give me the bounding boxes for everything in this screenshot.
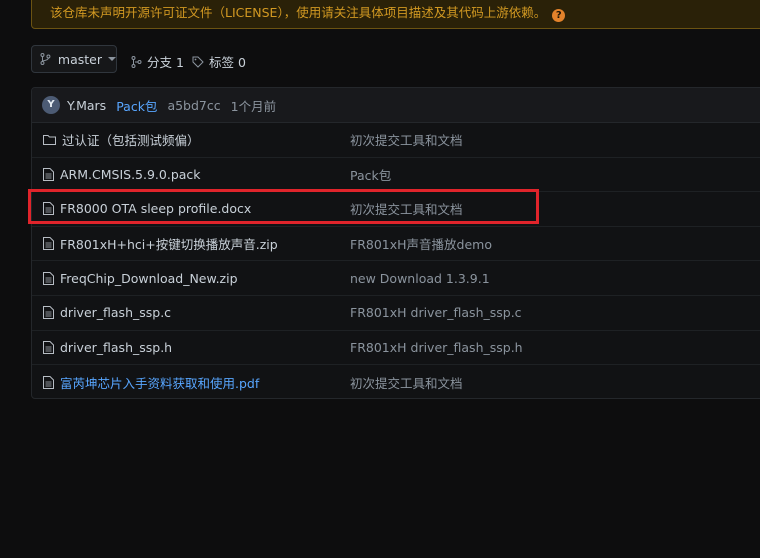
file-icon [43, 271, 54, 285]
chevron-down-icon [108, 57, 116, 61]
avatar[interactable]: Y [42, 96, 60, 114]
tag-icon [192, 56, 204, 68]
license-warning-banner: 该仓库未声明开源许可证文件（LICENSE），使用请关注具体项目描述及其代码上游… [31, 0, 760, 29]
file-commit-message[interactable]: FR801xH driver_flash_ssp.h [350, 331, 523, 365]
file-icon [43, 167, 54, 181]
folder-icon [43, 134, 56, 145]
tags-label: 标签 0 [209, 55, 246, 70]
file-name-cell: driver_flash_ssp.h [43, 331, 172, 365]
file-name-cell: FR8000 OTA sleep profile.docx [43, 192, 251, 226]
help-icon[interactable]: ? [552, 9, 566, 22]
repo-page: 该仓库未声明开源许可证文件（LICENSE），使用请关注具体项目描述及其代码上游… [0, 0, 760, 558]
file-name[interactable]: 过认证（包括测试频偏） [62, 130, 200, 149]
file-commit-message[interactable]: new Download 1.3.9.1 [350, 261, 490, 295]
file-icon [43, 237, 54, 251]
branch-count-icon [131, 55, 142, 68]
file-commit-message[interactable]: 初次提交工具和文档 [350, 365, 463, 398]
file-row[interactable]: 富芮坤芯片入手资料获取和使用.pdf 初次提交工具和文档 [32, 365, 760, 398]
file-icon [43, 340, 54, 354]
file-name[interactable]: FR801xH+hci+按键切换播放声音.zip [60, 234, 278, 253]
file-list-table: Y Y.Mars Pack包 a5bd7cc 1个月前 过认证（包括测试频偏） … [31, 87, 760, 399]
file-name-cell: driver_flash_ssp.c [43, 296, 171, 330]
file-row[interactable]: driver_flash_ssp.c FR801xH driver_flash_… [32, 296, 760, 331]
branch-name: master [57, 51, 102, 67]
file-name[interactable]: driver_flash_ssp.c [60, 305, 171, 320]
file-name-cell: FR801xH+hci+按键切换播放声音.zip [43, 227, 278, 261]
file-row-folder[interactable]: 过认证（包括测试频偏） 初次提交工具和文档 [32, 123, 760, 158]
file-commit-message[interactable]: 初次提交工具和文档 [350, 192, 463, 226]
file-name-cell: 过认证（包括测试频偏） [43, 123, 200, 157]
tags-link[interactable]: 标签 0 [192, 52, 246, 71]
file-row[interactable]: FreqChip_Download_New.zip new Download 1… [32, 261, 760, 296]
file-row[interactable]: driver_flash_ssp.h FR801xH driver_flash_… [32, 331, 760, 366]
file-commit-message[interactable]: FR801xH声音播放demo [350, 227, 492, 261]
file-name[interactable]: ARM.CMSIS.5.9.0.pack [60, 167, 201, 182]
branches-label: 分支 1 [147, 55, 184, 70]
file-row[interactable]: FR801xH+hci+按键切换播放声音.zip FR801xH声音播放demo [32, 227, 760, 262]
branches-link[interactable]: 分支 1 [131, 52, 184, 71]
commit-hash[interactable]: a5bd7cc [167, 98, 220, 113]
file-icon [43, 202, 54, 216]
license-warning-text: 该仓库未声明开源许可证文件（LICENSE），使用请关注具体项目描述及其代码上游… [50, 2, 566, 22]
file-row[interactable]: FR8000 OTA sleep profile.docx 初次提交工具和文档 [32, 192, 760, 227]
file-name-cell: FreqChip_Download_New.zip [43, 261, 238, 295]
commit-message[interactable]: Pack包 [116, 96, 157, 115]
file-name[interactable]: FR8000 OTA sleep profile.docx [60, 201, 251, 216]
file-name-cell: ARM.CMSIS.5.9.0.pack [43, 158, 201, 192]
file-row[interactable]: ARM.CMSIS.5.9.0.pack Pack包 [32, 158, 760, 193]
banner-message: 该仓库未声明开源许可证文件（LICENSE），使用请关注具体项目描述及其代码上游… [50, 5, 547, 20]
commit-time: 1个月前 [230, 98, 277, 114]
file-icon [43, 375, 54, 389]
branch-selector-button[interactable]: master [31, 45, 117, 73]
file-commit-message[interactable]: Pack包 [350, 158, 391, 192]
file-name[interactable]: driver_flash_ssp.h [60, 340, 172, 355]
latest-commit-row: Y Y.Mars Pack包 a5bd7cc 1个月前 [32, 88, 760, 123]
branch-icon [40, 53, 51, 65]
file-name[interactable]: FreqChip_Download_New.zip [60, 271, 238, 286]
commit-author[interactable]: Y.Mars [67, 98, 106, 113]
file-commit-message[interactable]: 初次提交工具和文档 [350, 123, 463, 157]
file-name-cell: 富芮坤芯片入手资料获取和使用.pdf [43, 365, 259, 398]
file-icon [43, 306, 54, 320]
file-commit-message[interactable]: FR801xH driver_flash_ssp.c [350, 296, 522, 330]
file-name[interactable]: 富芮坤芯片入手资料获取和使用.pdf [60, 373, 259, 392]
